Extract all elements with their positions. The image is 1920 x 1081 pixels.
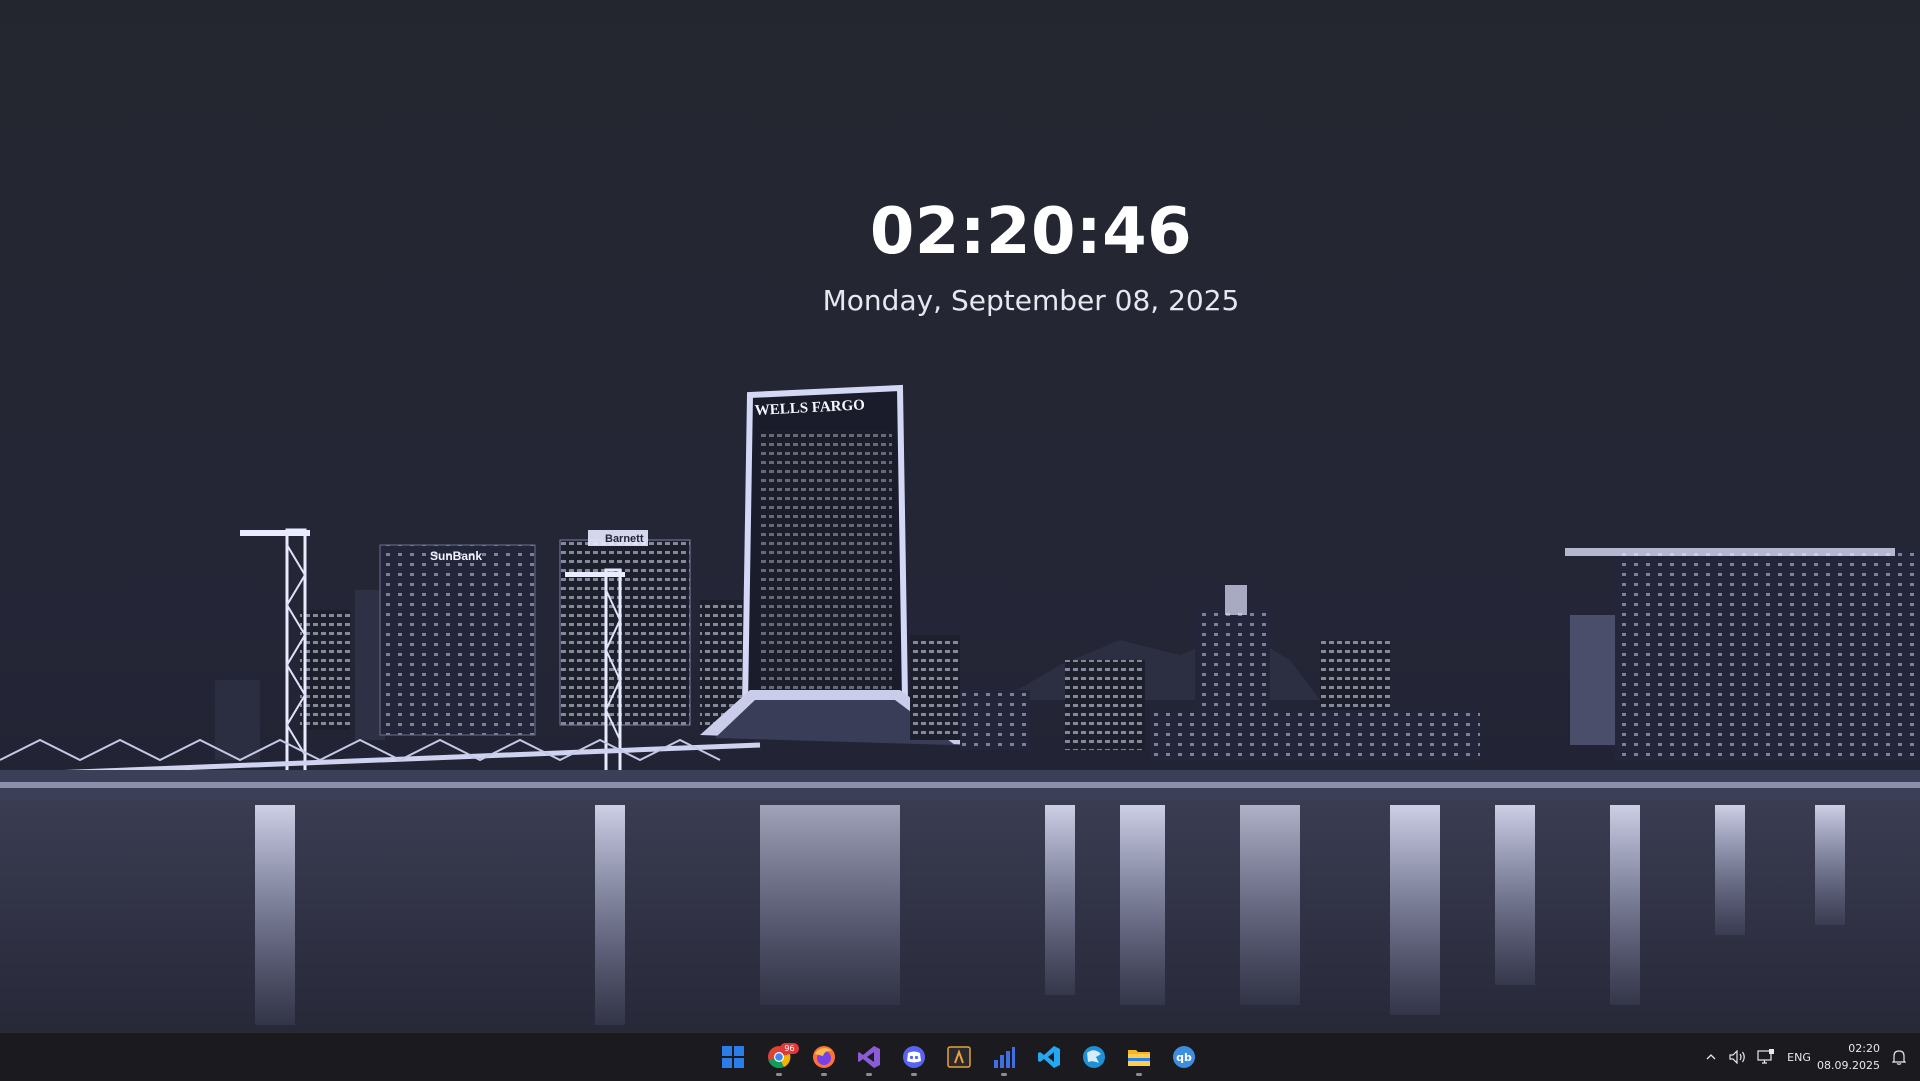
visual-studio-icon xyxy=(858,1046,880,1068)
tray-volume[interactable] xyxy=(1726,1033,1750,1081)
barnett-sign: Barnett xyxy=(605,533,644,545)
running-indicator xyxy=(1001,1073,1007,1076)
taskbar-terminal[interactable] xyxy=(939,1037,979,1077)
clock-time: 02:20:46 xyxy=(869,195,1193,269)
qbittorrent-icon: qb xyxy=(1173,1046,1195,1068)
notification-center-button[interactable] xyxy=(1886,1033,1912,1081)
terminal-icon xyxy=(947,1046,971,1068)
start-button[interactable] xyxy=(713,1037,753,1077)
notification-badge: 96 xyxy=(780,1043,799,1054)
taskbar-discord[interactable] xyxy=(894,1037,934,1077)
taskbar: 96 qb ENG 02:20 08.09.2025 xyxy=(0,1032,1920,1081)
bell-icon xyxy=(1892,1050,1906,1065)
firefox-icon xyxy=(813,1046,835,1068)
wallpaper-city-skyline: SunBank Barnett WELLS FARGO xyxy=(0,0,1920,1032)
taskbar-chrome[interactable]: 96 xyxy=(759,1037,799,1077)
desktop: SunBank Barnett WELLS FARGO 02:20:46 Mon… xyxy=(0,0,1920,1032)
tray-time: 02:20 xyxy=(1848,1042,1880,1055)
svg-text:qb: qb xyxy=(1176,1051,1192,1064)
taskbar-browser[interactable] xyxy=(1074,1037,1114,1077)
running-indicator xyxy=(866,1073,872,1076)
tray-clock[interactable]: 02:20 08.09.2025 xyxy=(1808,1033,1884,1081)
running-indicator xyxy=(776,1073,782,1076)
running-indicator xyxy=(821,1073,827,1076)
vscode-icon xyxy=(1038,1046,1060,1068)
taskbar-vscode[interactable] xyxy=(1029,1037,1069,1077)
taskbar-visual-studio[interactable] xyxy=(849,1037,889,1077)
tray-overflow-button[interactable] xyxy=(1700,1033,1722,1081)
discord-icon xyxy=(903,1046,925,1068)
folder-icon xyxy=(1128,1050,1150,1066)
running-indicator xyxy=(911,1073,917,1076)
taskbar-firefox[interactable] xyxy=(804,1037,844,1077)
taskbar-monitor[interactable] xyxy=(984,1037,1024,1077)
globe-icon xyxy=(1083,1046,1105,1068)
chevron-up-icon xyxy=(1706,1054,1716,1060)
clock-date: Monday, September 08, 2025 xyxy=(822,284,1240,317)
speaker-icon xyxy=(1729,1050,1745,1064)
tray-network[interactable] xyxy=(1754,1033,1778,1081)
sunbank-sign: SunBank xyxy=(430,549,482,563)
taskbar-qbittorrent[interactable]: qb xyxy=(1164,1037,1204,1077)
taskbar-file-explorer[interactable] xyxy=(1119,1037,1159,1077)
running-indicator xyxy=(1136,1073,1142,1076)
windows-icon xyxy=(722,1046,744,1068)
network-icon xyxy=(1757,1049,1774,1064)
tray-date: 08.09.2025 xyxy=(1817,1059,1880,1072)
bar-chart-icon xyxy=(994,1047,1015,1068)
